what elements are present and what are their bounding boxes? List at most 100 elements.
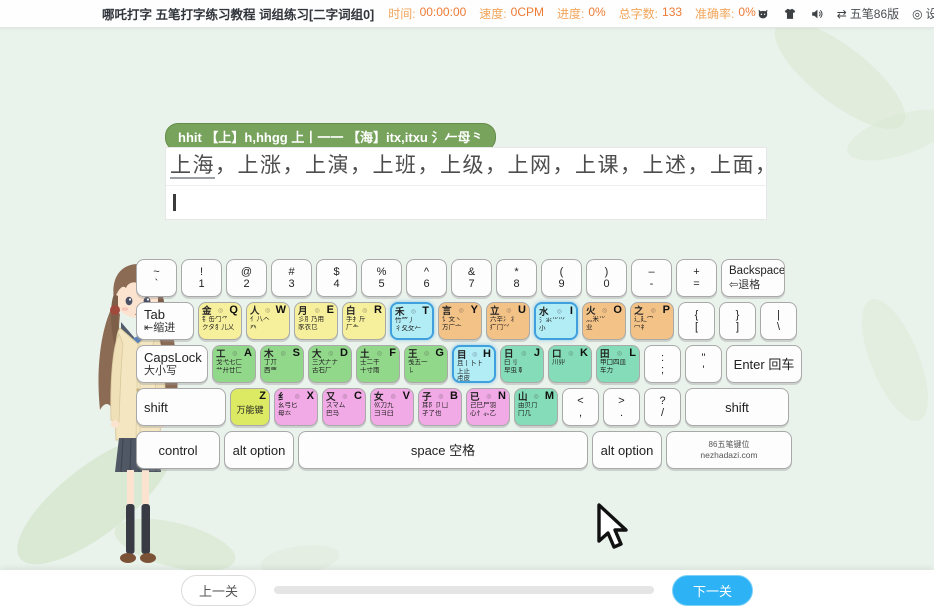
key-label: 巛刀九 xyxy=(374,402,410,410)
key-label: 3 xyxy=(288,278,294,290)
settings-button[interactable]: ◎ 设置 xyxy=(912,5,934,22)
key-7[interactable]: &7 xyxy=(451,259,492,297)
key-r[interactable]: 白◎R手扌斤厂𠂒 xyxy=(342,302,386,340)
key-quote[interactable]: "' xyxy=(685,345,722,383)
stat-total-chars: 总字数:133 xyxy=(619,5,682,22)
key-label: T xyxy=(422,305,429,317)
key-label: 母𠫓 xyxy=(278,410,314,418)
key-4[interactable]: $4 xyxy=(316,259,357,297)
key-t[interactable]: 禾◎T竹⺮丿彳夂攵𠂉 xyxy=(390,302,434,340)
key-l[interactable]: 田◎L甲囗四皿车力 xyxy=(596,345,640,383)
key-6[interactable]: ^6 xyxy=(406,259,447,297)
key-e[interactable]: 月◎E彡⺼乃用豕衣⺋ xyxy=(294,302,338,340)
key-slash[interactable]: ?/ xyxy=(644,388,681,426)
mouse-cursor xyxy=(595,503,631,551)
key-9[interactable]: (9 xyxy=(541,259,582,297)
key-equals[interactable]: += xyxy=(676,259,717,297)
key-k[interactable]: 口◎K川丱 xyxy=(548,345,592,383)
typing-input[interactable] xyxy=(166,186,766,219)
key-x[interactable]: 纟◎X幺弓匕母𠫓 xyxy=(274,388,318,426)
key-2[interactable]: @2 xyxy=(226,259,267,297)
key-period[interactable]: >. xyxy=(603,388,640,426)
key-label: M xyxy=(545,390,554,402)
key-v[interactable]: 女◎V巛刀九彐ヨ臼 xyxy=(370,388,414,426)
key-label: shift xyxy=(725,400,749,415)
key-label: ] xyxy=(736,321,739,333)
key-capslock[interactable]: CapsLock大小写 xyxy=(136,345,208,383)
key-label: 口 xyxy=(552,346,562,360)
key-label: 豕衣⺋ xyxy=(298,324,334,332)
key-label: P xyxy=(663,304,670,316)
key-u[interactable]: 立◎U六辛冫丬疒门⺍ xyxy=(486,302,530,340)
key-3[interactable]: #3 xyxy=(271,259,312,297)
key-comma[interactable]: <, xyxy=(562,388,599,426)
key-backspace[interactable]: Backspace⇦退格 xyxy=(721,259,785,297)
key-5[interactable]: %5 xyxy=(361,259,402,297)
key-brand[interactable]: 86五笔键位nezhadazi.com xyxy=(666,431,792,469)
key-b[interactable]: 子◎B耳阝卩凵孑了也 xyxy=(418,388,462,426)
key-label: 日 xyxy=(504,346,514,360)
key-label: . xyxy=(620,407,623,419)
key-label: 早虫𠦝 xyxy=(504,367,540,375)
key-m[interactable]: 山◎M由贝⺆冂几 xyxy=(514,388,558,426)
key-0[interactable]: )0 xyxy=(586,259,627,297)
key-o[interactable]: 火◎O灬米⺌业 xyxy=(582,302,626,340)
key-label: * xyxy=(514,266,518,278)
key-label: X xyxy=(307,390,314,402)
key-s[interactable]: 木◎S丁丌西覀 xyxy=(260,345,304,383)
key-label: 6 xyxy=(423,278,429,290)
key-enter[interactable]: Enter 回车 xyxy=(726,345,802,383)
key-alt-right[interactable]: alt option xyxy=(592,431,662,469)
speaker-icon[interactable] xyxy=(810,7,824,21)
key-z[interactable]: Z万能键 xyxy=(230,388,270,426)
key-n[interactable]: 已◎N己巳尸羽心忄⺗乙 xyxy=(466,388,510,426)
key-c[interactable]: 又◎Cスマム巴马 xyxy=(322,388,366,426)
key-j[interactable]: 日◎J曰刂早虫𠦝 xyxy=(500,345,544,383)
key-label: ◎ xyxy=(218,307,223,314)
key-d[interactable]: 大◎D三犬𠂇ナ古石厂 xyxy=(308,345,352,383)
key-label: 目 xyxy=(457,347,467,361)
key-8[interactable]: *8 xyxy=(496,259,537,297)
key-tab[interactable]: Tab⇤缩进 xyxy=(136,302,194,340)
key-q[interactable]: 金◎Q钅缶勹⺈クタ犭儿乂 xyxy=(198,302,242,340)
key-label: 白 xyxy=(346,303,356,317)
key-label: スマム xyxy=(326,402,362,410)
stats-bar: 时间:00:00:00 速度:0CPM 进度:0% 总字数:133 准确率:0% xyxy=(388,5,756,22)
key-shift-right[interactable]: shift xyxy=(685,388,789,426)
cat-icon[interactable] xyxy=(756,7,770,21)
key-a[interactable]: 工◎A戈弋七匸艹廾廿匚 xyxy=(212,345,256,383)
key-label: & xyxy=(468,266,475,278)
keyboard: ~`!1@2#3$4%5^6&7*8(9)0–-+=Backspace⇦退格 Ta… xyxy=(136,259,804,474)
key-label: I xyxy=(570,305,573,317)
key-label: R xyxy=(374,304,382,316)
key-g[interactable]: 王◎G戋五一𠄌 xyxy=(404,345,448,383)
key-backtick[interactable]: ~` xyxy=(136,259,177,297)
key-i[interactable]: 水◎I氵氺⺌⺍小 xyxy=(534,302,578,340)
key-label: ◎ xyxy=(328,350,333,357)
key-alt-left[interactable]: alt option xyxy=(224,431,294,469)
key-shift-left[interactable]: shift xyxy=(136,388,226,426)
key-label: 土 xyxy=(360,346,370,360)
key-bracket-left[interactable]: {[ xyxy=(678,302,715,340)
layout-switch-button[interactable]: ⇄ 五笔86版 xyxy=(837,5,899,22)
key-semicolon[interactable]: :; xyxy=(644,345,681,383)
key-f[interactable]: 土◎F士二干十寸雨 xyxy=(356,345,400,383)
key-minus[interactable]: –- xyxy=(631,259,672,297)
shirt-icon[interactable] xyxy=(783,7,797,21)
remaining-words: ，上涨，上演，上班，上级，上网，上课，上述，上面， xyxy=(215,154,766,177)
prev-level-button[interactable]: 上一关 xyxy=(181,575,256,606)
key-backslash[interactable]: |\ xyxy=(760,302,797,340)
key-label: space 空格 xyxy=(411,443,475,458)
key-label: < xyxy=(577,395,583,407)
key-w[interactable]: 人◎W亻八𠆢癶 xyxy=(246,302,290,340)
key-label: 之 xyxy=(634,303,644,317)
key-bracket-right[interactable]: }] xyxy=(719,302,756,340)
key-label: 言 xyxy=(442,303,452,317)
next-level-button[interactable]: 下一关 xyxy=(672,575,753,606)
key-p[interactable]: 之◎P辶廴宀冖礻 xyxy=(630,302,674,340)
key-y[interactable]: 言◎Y讠文丶方广亠 xyxy=(438,302,482,340)
key-space[interactable]: space 空格 xyxy=(298,431,588,469)
key-1[interactable]: !1 xyxy=(181,259,222,297)
key-h[interactable]: 目◎H且丨卜⺊上止虍皮 xyxy=(452,345,496,383)
key-control[interactable]: control xyxy=(136,431,220,469)
